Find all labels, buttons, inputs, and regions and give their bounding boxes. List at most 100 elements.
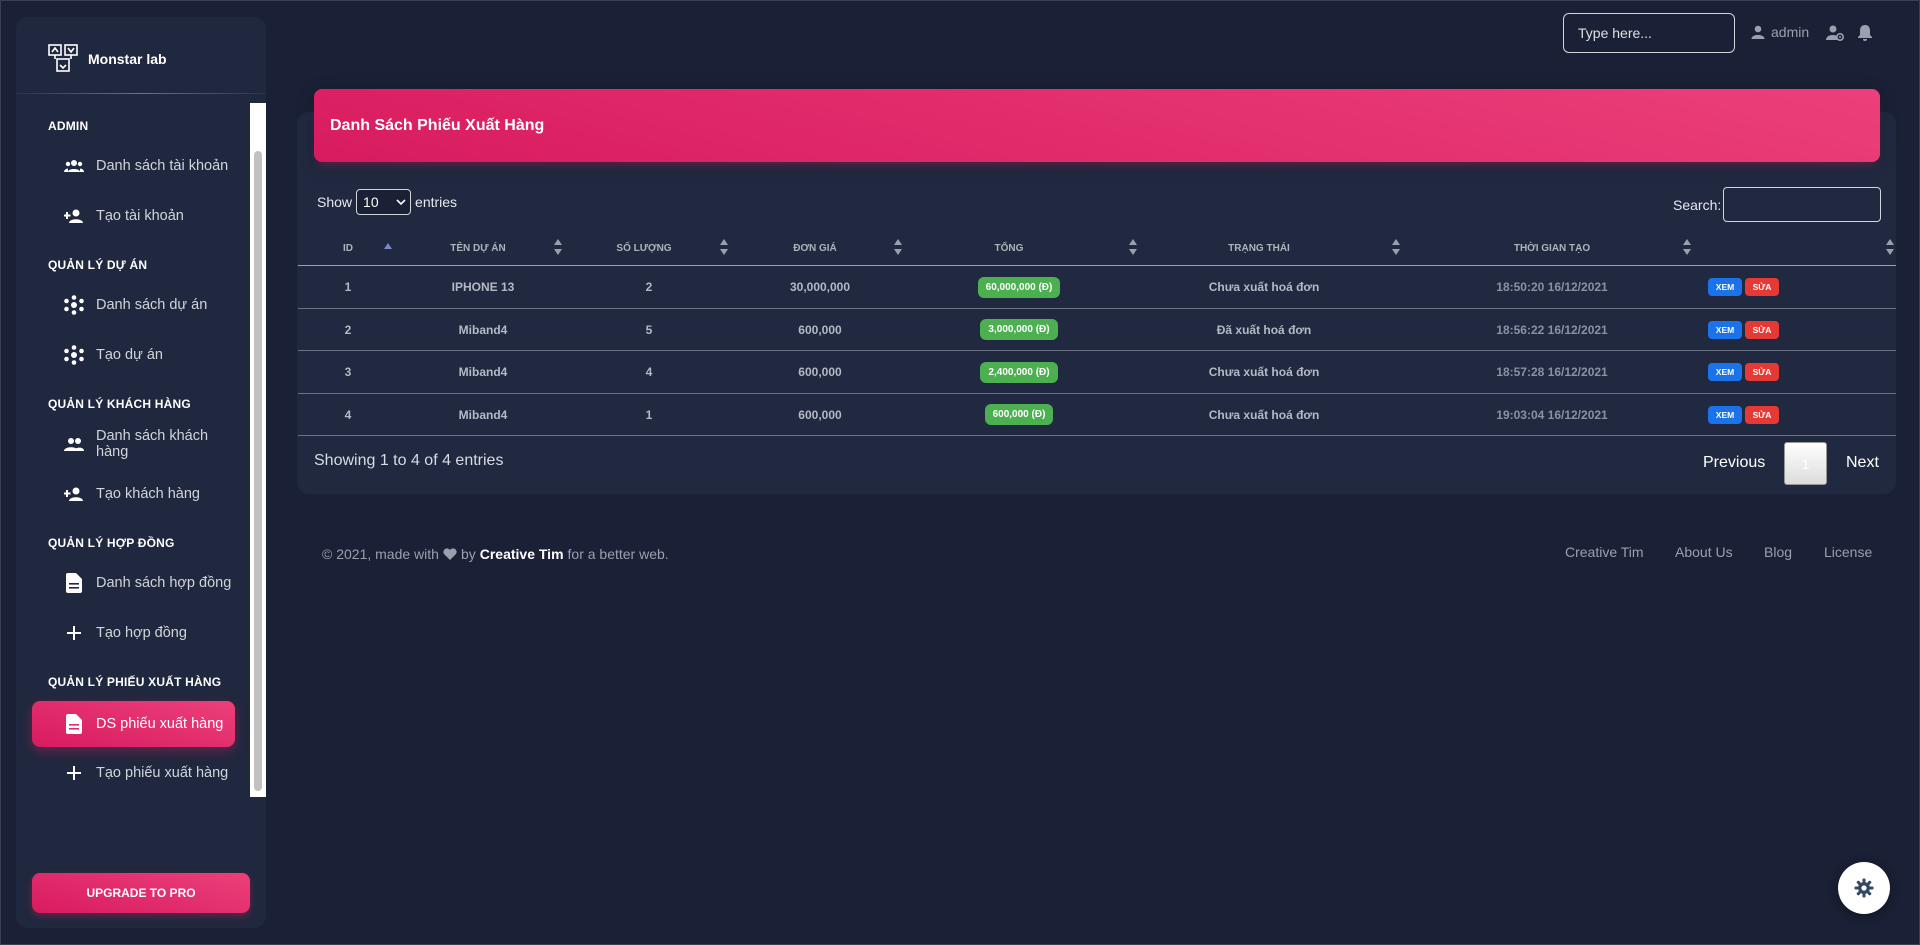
column-header-id[interactable]: ID [298,230,398,266]
sidebar-item-create-project[interactable]: Tạo dự án [32,332,235,378]
user-icon [1751,25,1765,39]
sidebar-divider [16,93,266,94]
sidebar-item-label: Danh sách khách hàng [96,428,209,460]
nav-section-contracts: QUẢN LÝ HỢP ĐỒNG [48,536,175,550]
person-add-icon [64,484,84,504]
group-icon [64,156,84,176]
cell-project: Miband4 [458,365,508,379]
view-button[interactable]: XEM [1708,405,1742,424]
cell-created-time: 18:57:28 16/12/2021 [1496,365,1608,379]
column-header-unit-price[interactable]: ĐƠN GIÁ [730,230,900,266]
sidebar-item-account-list[interactable]: Danh sách tài khoản [32,143,235,189]
cell-unit-price: 600,000 [798,322,842,337]
cell-project: Miband4 [458,322,508,337]
sidebar-item-create-contract[interactable]: Tạo hợp đồng [32,610,235,656]
export-table: ID TÊN DỰ ÁN SỐ LƯỢNG ĐƠN GIÁ TỔNG TRẠNG… [298,230,1896,436]
footer-link-about-us[interactable]: About Us [1675,544,1733,560]
sort-asc-icon [384,243,392,249]
sidebar-item-label: Tạo dự án [96,347,163,363]
sidebar-item-label: Tạo phiếu xuất hàng [96,765,229,781]
sidebar-item-create-customer[interactable]: Tạo khách hàng [32,471,235,517]
column-header-actions[interactable] [1693,230,1873,266]
cell-id: 4 [344,407,352,422]
entries-select[interactable]: 10 [356,189,412,215]
column-header-total[interactable]: TỔNG [904,230,1114,266]
plus-icon [64,763,84,783]
cell-project: IPHONE 13 [451,280,515,294]
sidebar-item-customer-list[interactable]: Danh sách khách hàng [32,421,235,467]
upgrade-button[interactable]: UPGRADE TO PRO [32,873,250,913]
sidebar-item-label: Tạo khách hàng [96,486,200,502]
cell-status: Chưa xuất hoá đơn [1208,407,1320,422]
column-header-created-time[interactable]: THỜI GIAN TẠO [1402,230,1702,266]
footer-link-creative-tim[interactable]: Creative Tim [1565,544,1644,560]
view-button[interactable]: XEM [1708,278,1742,296]
cell-total: 3,000,000 (Đ) [904,309,1134,351]
sort-icon [1392,239,1400,255]
edit-button[interactable]: SỬA [1745,405,1779,424]
table-search-input[interactable] [1723,187,1882,222]
sidebar-item-label: Danh sách dự án [96,297,208,313]
sidebar-item-create-account[interactable]: Tạo tài khoản [32,193,235,239]
page-button-current[interactable]: 1 [1784,442,1827,485]
cell-total: 2,400,000 (Đ) [904,351,1134,393]
brand[interactable]: Monstar lab [48,41,167,77]
sort-icon [720,239,728,255]
author-link[interactable]: Creative Tim [480,546,564,562]
cell-actions: XEM SỬA [1708,394,1808,436]
cell-quantity: 1 [645,407,653,422]
workspaces-icon [64,295,84,315]
footer-link-blog[interactable]: Blog [1764,544,1792,560]
edit-button[interactable]: SỬA [1745,363,1779,381]
cell-actions: XEM SỬA [1708,266,1808,308]
copyright-text: © 2021, made with [322,546,439,562]
suffix-text: for a better web. [567,546,669,562]
column-header-status[interactable]: TRẠNG THÁI [1139,230,1379,266]
edit-button[interactable]: SỬA [1745,278,1779,296]
cell-quantity: 4 [645,365,653,379]
sidebar-scrollbar-thumb[interactable] [254,151,262,791]
cell-unit-price: 600,000 [798,407,842,422]
next-button[interactable]: Next [1846,441,1879,484]
entries-select-value: 10 [363,194,379,210]
cell-total: 60,000,000 (Đ) [904,266,1134,308]
sort-icon [1886,239,1894,255]
brand-name: Monstar lab [88,51,167,67]
cell-id: 2 [344,322,352,337]
nav-section-projects: QUẢN LÝ DỰ ÁN [48,258,148,272]
sidebar-item-contract-list[interactable]: Danh sách hợp đồng [32,560,235,606]
cell-status: Đã xuất hoá đơn [1216,322,1312,337]
nav-section-customers: QUẢN LÝ KHÁCH HÀNG [48,397,191,411]
sidebar-item-export-list[interactable]: DS phiếu xuất hàng [32,701,235,747]
settings-button[interactable] [1838,862,1890,914]
sidebar-item-label: Tạo hợp đồng [96,625,187,641]
entries-label: entries [415,194,458,210]
table-row: 4 Miband4 1 600,000 600,000 (Đ) Chưa xuấ… [298,394,1896,436]
sort-icon [554,239,562,255]
workspaces-icon [64,345,84,365]
notifications-icon[interactable] [1856,24,1874,42]
card-title: Danh Sách Phiếu Xuất Hàng [330,116,545,134]
view-button[interactable]: XEM [1708,363,1742,381]
view-button[interactable]: XEM [1708,320,1742,339]
cell-quantity: 2 [645,280,653,294]
cell-unit-price: 30,000,000 [789,280,851,294]
cell-total: 600,000 (Đ) [904,394,1134,436]
edit-button[interactable]: SỬA [1745,320,1779,339]
sidebar-item-project-list[interactable]: Danh sách dự án [32,282,235,328]
footer-link-license[interactable]: License [1824,544,1872,560]
sidebar-item-create-export[interactable]: Tạo phiếu xuất hàng [32,750,235,796]
cell-id: 1 [344,280,352,294]
column-header-quantity[interactable]: SỐ LƯỢNG [564,230,724,266]
column-header-project[interactable]: TÊN DỰ ÁN [398,230,558,266]
cell-actions: XEM SỬA [1708,309,1808,351]
user-menu[interactable]: admin [1751,24,1809,40]
cell-quantity: 5 [645,322,653,337]
search-input[interactable] [1563,13,1735,53]
cell-status: Chưa xuất hoá đơn [1208,280,1320,294]
manage-accounts-icon[interactable] [1826,24,1844,42]
previous-button[interactable]: Previous [1703,441,1765,484]
search-label: Search: [1673,196,1722,213]
table-row: 3 Miband4 4 600,000 2,400,000 (Đ) Chưa x… [298,351,1896,394]
table-row: 2 Miband4 5 600,000 3,000,000 (Đ) Đã xuấ… [298,309,1896,351]
